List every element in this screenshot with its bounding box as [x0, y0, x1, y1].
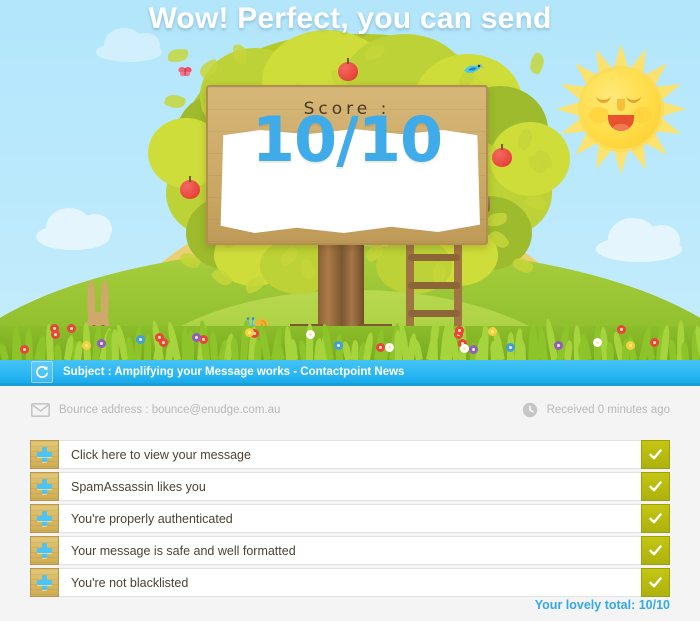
- cloud-icon: [596, 236, 682, 262]
- flower-icon: [334, 341, 343, 350]
- flower-icon: [82, 341, 91, 350]
- grass-blade: [144, 335, 151, 360]
- plus-icon[interactable]: [30, 568, 59, 597]
- subject-bar: Subject : Amplifying your Message works …: [0, 360, 700, 386]
- received-group: Received 0 minutes ago: [522, 402, 670, 418]
- checkmark-icon: [648, 543, 663, 558]
- bird-icon: [462, 62, 484, 76]
- leaf-icon: [527, 51, 547, 75]
- flower-icon: [50, 324, 59, 333]
- plus-icon[interactable]: [30, 472, 59, 501]
- clock-icon: [522, 402, 538, 418]
- apple-icon: [492, 148, 512, 167]
- checklist-row-label: Your message is safe and well formatted: [59, 537, 641, 564]
- plus-icon[interactable]: [30, 504, 59, 533]
- plus-glyph: [37, 543, 52, 558]
- received-text: Received 0 minutes ago: [547, 404, 670, 416]
- hero-illustration: Score : 10/10 Wow! Perfect, you can send: [0, 0, 700, 360]
- grass-blade: [25, 328, 33, 360]
- plus-glyph: [37, 575, 52, 590]
- envelope-icon: [31, 403, 50, 417]
- flower-icon: [136, 335, 145, 344]
- leaf-icon: [168, 48, 189, 62]
- plus-glyph: [37, 479, 52, 494]
- checkmark-button[interactable]: [641, 472, 670, 501]
- flower-icon: [593, 338, 602, 347]
- plus-icon[interactable]: [30, 536, 59, 565]
- score-value: 10/10: [208, 87, 486, 191]
- flower-icon: [488, 327, 497, 336]
- checklist-row[interactable]: Your message is safe and well formatted: [30, 536, 670, 565]
- page-title: Wow! Perfect, you can send: [0, 2, 700, 36]
- grass-blade: [518, 340, 526, 360]
- apple-icon: [180, 180, 200, 199]
- message-meta: Bounce address : bounce@enudge.com.au Re…: [0, 389, 700, 431]
- flower-icon: [385, 343, 394, 352]
- leaf-icon: [233, 44, 247, 65]
- plus-icon[interactable]: [30, 440, 59, 469]
- checklist-row[interactable]: You're properly authenticated: [30, 504, 670, 533]
- checkmark-button[interactable]: [641, 440, 670, 469]
- flower-icon: [469, 345, 478, 354]
- checklist-row[interactable]: Click here to view your message: [30, 440, 670, 469]
- leaf-icon: [163, 92, 186, 111]
- apple-icon: [338, 62, 358, 81]
- checklist-row[interactable]: SpamAssassin likes you: [30, 472, 670, 501]
- bounce-address-group: Bounce address : bounce@enudge.com.au: [31, 403, 280, 417]
- subject-text: Subject : Amplifying your Message works …: [63, 366, 404, 378]
- flower-icon: [159, 338, 168, 347]
- checkmark-icon: [648, 447, 663, 462]
- checkmark-button[interactable]: [641, 504, 670, 533]
- checkmark-button[interactable]: [641, 536, 670, 565]
- score-sign: Score : 10/10: [206, 85, 488, 245]
- checklist-row-label: SpamAssassin likes you: [59, 473, 641, 500]
- butterfly-icon: [178, 64, 192, 75]
- total-score-text: Your lovely total: 10/10: [535, 598, 670, 612]
- refresh-button[interactable]: [31, 361, 53, 383]
- smiling-sun-icon: [556, 44, 686, 174]
- plus-glyph: [37, 511, 52, 526]
- checkmark-icon: [648, 575, 663, 590]
- flower-icon: [376, 343, 385, 352]
- checklist-row[interactable]: You're not blacklisted: [30, 568, 670, 597]
- score-report-page: Score : 10/10 Wow! Perfect, you can send…: [0, 0, 700, 621]
- cloud-icon: [36, 224, 110, 250]
- bounce-address-text: Bounce address : bounce@enudge.com.au: [59, 404, 280, 416]
- flower-icon: [626, 341, 635, 350]
- flower-icon: [455, 326, 464, 335]
- grass-blade: [306, 323, 313, 360]
- refresh-icon: [35, 365, 49, 379]
- flower-icon: [192, 333, 201, 342]
- checkmark-button[interactable]: [641, 568, 670, 597]
- checklist-row-label: You're properly authenticated: [59, 505, 641, 532]
- grass-blade: [680, 342, 688, 360]
- flower-icon: [460, 344, 469, 353]
- checkmark-icon: [648, 511, 663, 526]
- flower-icon: [67, 324, 76, 333]
- flower-icon: [617, 325, 626, 334]
- checklist-row-label: You're not blacklisted: [59, 569, 641, 596]
- flower-icon: [245, 328, 254, 337]
- cloud-icon: [96, 42, 162, 62]
- checklist: Click here to view your message SpamAssas…: [30, 440, 670, 600]
- checklist-row-label: Click here to view your message: [59, 441, 641, 468]
- plus-glyph: [37, 447, 52, 462]
- checkmark-icon: [648, 479, 663, 494]
